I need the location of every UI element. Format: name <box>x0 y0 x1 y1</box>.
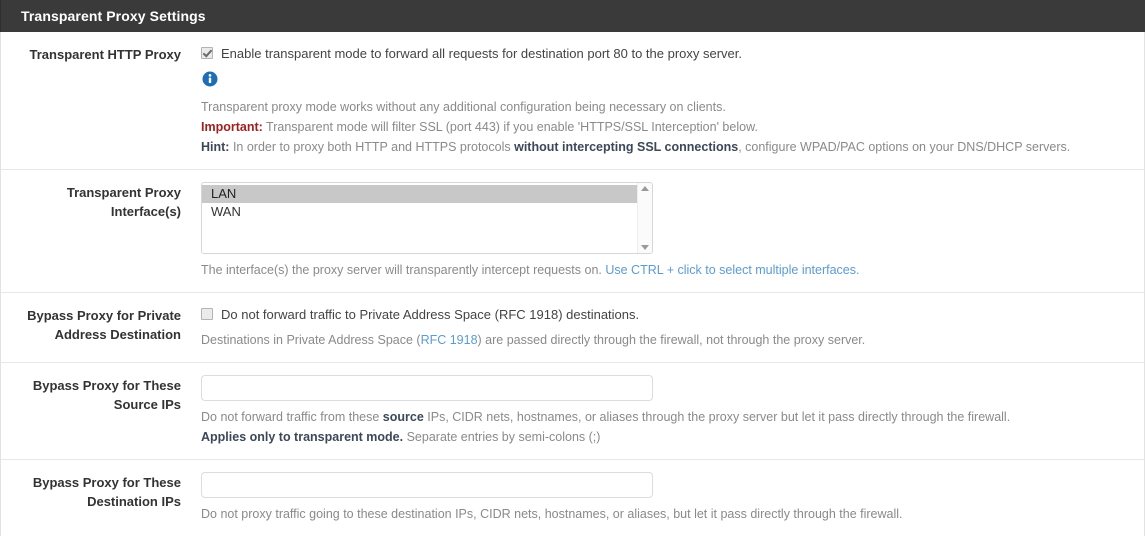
field-bypass-destination-ips: Do not proxy traffic going to these dest… <box>181 472 1144 524</box>
listbox-option-wan[interactable]: WAN <box>202 203 637 221</box>
help-interfaces-line: The interface(s) the proxy server will t… <box>201 260 1118 280</box>
field-transparent-proxy-interfaces: LAN WAN The interface(s) the proxy serve… <box>181 182 1144 280</box>
help-bypass-source-ips: Do not forward traffic from these source… <box>201 407 1118 447</box>
scroll-up-arrow-icon[interactable] <box>641 186 649 191</box>
info-circle-icon[interactable] <box>202 71 218 87</box>
bypass-private-address-label: Do not forward traffic to Private Addres… <box>221 307 640 322</box>
hint-bold: without intercepting SSL connections <box>514 140 739 154</box>
page-title: Transparent Proxy Settings <box>21 8 206 24</box>
rfc1918-link[interactable]: RFC 1918 <box>421 333 478 347</box>
bypass-private-address-checkbox-row[interactable]: Do not forward traffic to Private Addres… <box>201 305 1118 324</box>
label-transparent-http-proxy: Transparent HTTP Proxy <box>29 47 181 62</box>
field-bypass-source-ips: Do not forward traffic from these source… <box>181 375 1144 447</box>
label-bypass-source-ips: Bypass Proxy for These Source IPs <box>32 378 181 412</box>
enable-transparent-mode-label: Enable transparent mode to forward all r… <box>221 46 743 61</box>
help-bypass-private-address: Destinations in Private Address Space (R… <box>201 330 1118 350</box>
hint-label: Hint: <box>201 140 230 154</box>
help-private-address-line: Destinations in Private Address Space (R… <box>201 330 1118 350</box>
field-transparent-http-proxy: Enable transparent mode to forward all r… <box>181 44 1144 157</box>
help-source-text-a: Do not forward traffic from these <box>201 410 383 424</box>
bypass-destination-ips-input[interactable] <box>201 472 653 498</box>
transparent-proxy-interface-listbox[interactable]: LAN WAN <box>201 182 653 254</box>
help-source-text-c: Separate entries by semi-colons (;) <box>403 430 601 444</box>
help-line-important: Important: Transparent mode will filter … <box>201 117 1118 137</box>
help-source-bold-b: Applies only to transparent mode. <box>201 430 404 444</box>
help-interfaces-text: The interface(s) the proxy server will t… <box>201 263 606 277</box>
listbox-options[interactable]: LAN WAN <box>202 183 637 253</box>
help-source-bold-a: source <box>382 410 424 424</box>
help-destination-line: Do not proxy traffic going to these dest… <box>201 507 903 521</box>
hint-text-b: , configure WPAD/PAC options on your DNS… <box>738 140 1071 154</box>
label-transparent-proxy-interfaces: Transparent Proxy Interface(s) <box>66 185 181 219</box>
important-label: Important: <box>201 120 263 134</box>
help-source-line-2: Applies only to transparent mode. Separa… <box>201 427 1118 447</box>
ctrl-click-link[interactable]: Use CTRL + click to select multiple inte… <box>605 263 859 277</box>
row-bypass-private-address-destination: Bypass Proxy for Private Address Destina… <box>1 293 1144 363</box>
bypass-source-ips-input[interactable] <box>201 375 653 401</box>
row-transparent-proxy-interfaces: Transparent Proxy Interface(s) LAN WAN T… <box>1 170 1144 293</box>
enable-transparent-mode-checkbox[interactable] <box>201 47 213 59</box>
bypass-private-address-checkbox[interactable] <box>201 308 213 320</box>
listbox-scrollbar[interactable] <box>637 183 652 253</box>
help-transparent-http-proxy: Transparent proxy mode works without any… <box>201 97 1118 157</box>
panel-body: Transparent HTTP Proxy Enable transparen… <box>0 32 1145 536</box>
row-bypass-destination-ips: Bypass Proxy for These Destination IPs D… <box>1 460 1144 536</box>
hint-text-a: In order to proxy both HTTP and HTTPS pr… <box>229 140 515 154</box>
listbox-option-lan[interactable]: LAN <box>202 185 637 203</box>
help-line-1: Transparent proxy mode works without any… <box>201 100 726 114</box>
help-bypass-destination-ips: Do not proxy traffic going to these dest… <box>201 504 1118 524</box>
row-bypass-source-ips: Bypass Proxy for These Source IPs Do not… <box>1 363 1144 460</box>
help-transparent-proxy-interfaces: The interface(s) the proxy server will t… <box>201 260 1118 280</box>
important-text: Transparent mode will filter SSL (port 4… <box>262 120 758 134</box>
field-bypass-private-address-destination: Do not forward traffic to Private Addres… <box>181 305 1144 350</box>
transparent-proxy-settings-panel: Transparent Proxy Settings Transparent H… <box>0 0 1145 536</box>
label-bypass-private-address-destination: Bypass Proxy for Private Address Destina… <box>27 308 181 342</box>
enable-transparent-mode-checkbox-row[interactable]: Enable transparent mode to forward all r… <box>201 44 1118 63</box>
scroll-down-arrow-icon[interactable] <box>641 245 649 250</box>
help-source-line-1: Do not forward traffic from these source… <box>201 407 1118 427</box>
help-line-hint: Hint: In order to proxy both HTTP and HT… <box>201 137 1118 157</box>
help-source-text-b: IPs, CIDR nets, hostnames, or aliases th… <box>423 410 1011 424</box>
help-private-text-b: ) are passed directly through the firewa… <box>477 333 866 347</box>
panel-header: Transparent Proxy Settings <box>0 0 1145 32</box>
row-transparent-http-proxy: Transparent HTTP Proxy Enable transparen… <box>1 32 1144 170</box>
label-bypass-destination-ips: Bypass Proxy for These Destination IPs <box>32 475 181 509</box>
help-private-text-a: Destinations in Private Address Space ( <box>201 333 421 347</box>
